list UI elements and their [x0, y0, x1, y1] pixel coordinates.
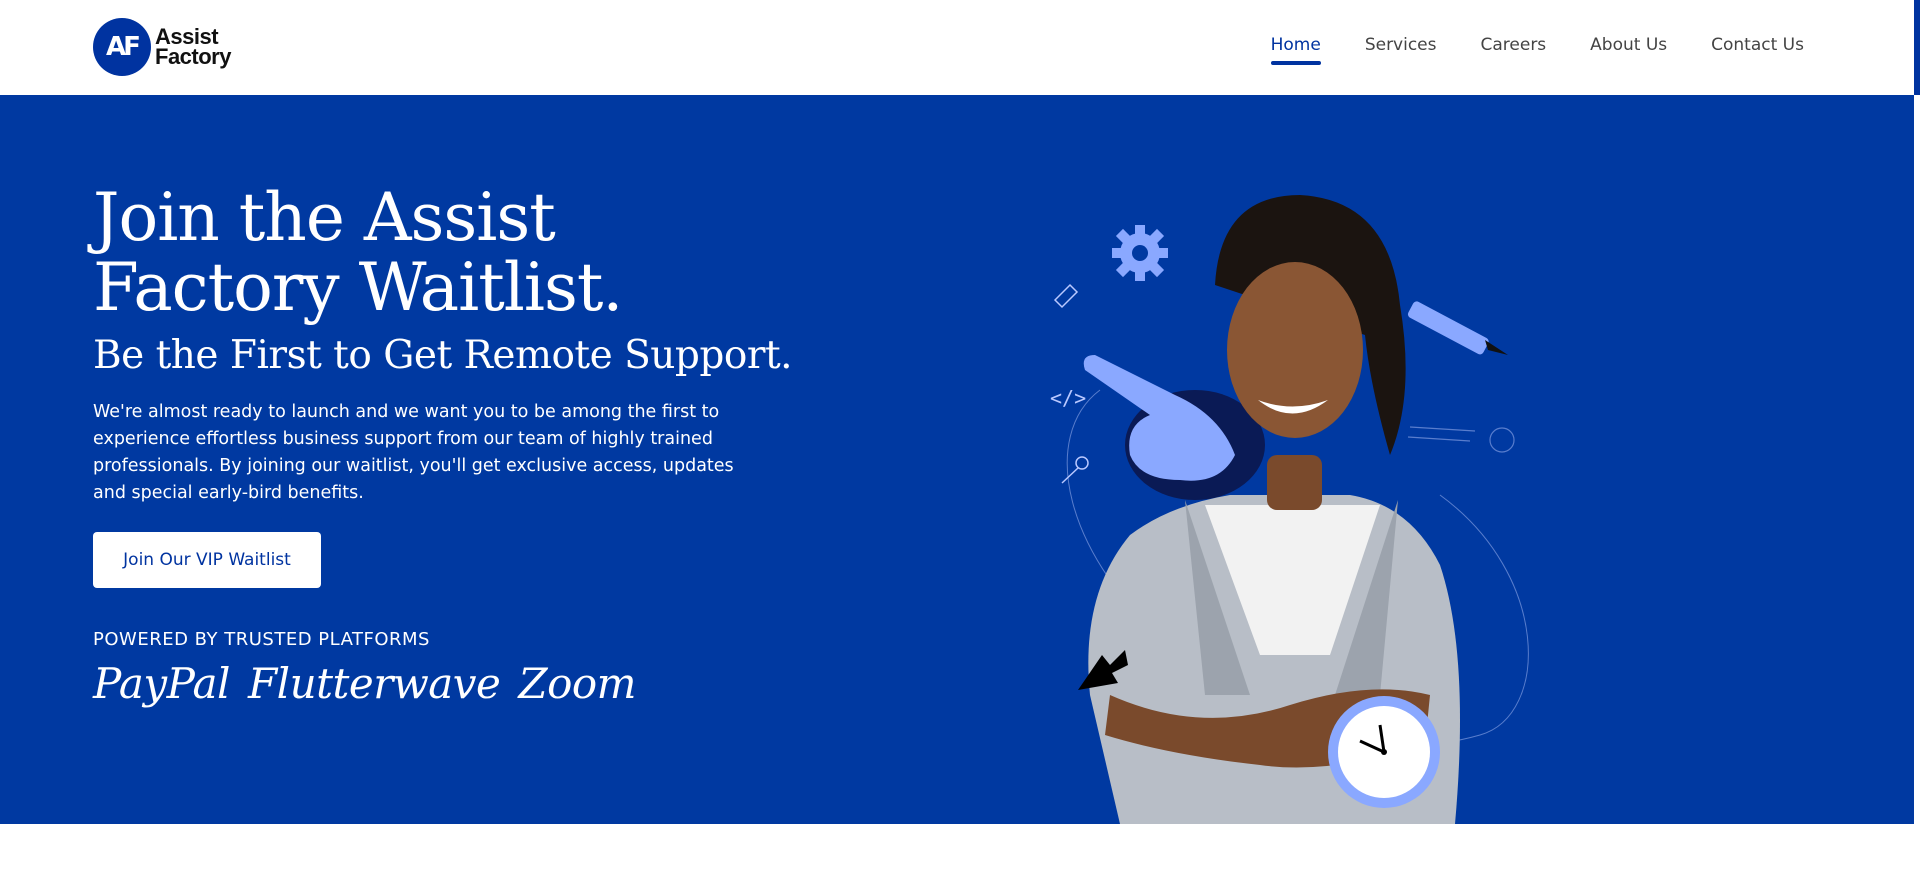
platform-logos: PayPal Flutterwave Zoom: [93, 659, 636, 708]
logo-wordmark: Assist Factory: [155, 26, 231, 69]
nav-contact-us[interactable]: Contact Us: [1711, 35, 1804, 65]
below-fold-area: [0, 824, 1914, 869]
sketch-lines: [1407, 426, 1515, 453]
main-nav: Home Services Careers About Us Contact U…: [1270, 35, 1804, 65]
gear-icon: [1112, 225, 1168, 281]
paypal-logo: PayPal: [93, 659, 231, 708]
hero-illustration: </>: [1050, 195, 1529, 824]
clock-icon: [1328, 696, 1440, 808]
hero-section: Join the Assist Factory Waitlist. Be the…: [0, 95, 1914, 824]
pencil-icon: [1053, 283, 1079, 309]
top-navbar: AF Assist Factory Home Services Careers …: [0, 0, 1914, 96]
logo-mark-icon: AF: [93, 18, 151, 76]
nav-services[interactable]: Services: [1365, 35, 1437, 65]
join-waitlist-button[interactable]: Join Our VIP Waitlist: [93, 532, 321, 588]
nav-home[interactable]: Home: [1270, 35, 1322, 65]
zoom-logo: Zoom: [518, 659, 636, 708]
brand-logo[interactable]: AF Assist Factory: [93, 18, 231, 76]
flutterwave-logo: Flutterwave: [248, 659, 501, 708]
powered-by-label: POWERED BY TRUSTED PLATFORMS: [93, 629, 430, 650]
key-icon: [1061, 456, 1089, 484]
nav-careers[interactable]: Careers: [1481, 35, 1547, 65]
code-icon: </>: [1050, 386, 1086, 410]
nav-about-us[interactable]: About Us: [1590, 35, 1667, 65]
hero-description: We're almost ready to launch and we want…: [93, 402, 734, 503]
logo-line-2: Factory: [155, 44, 231, 69]
scrollbar-thumb[interactable]: [1914, 0, 1920, 95]
hero-title: Join the Assist Factory Waitlist.: [93, 179, 623, 326]
hero-subtitle: Be the First to Get Remote Support.: [93, 333, 793, 378]
marker-icon: [1407, 301, 1508, 355]
